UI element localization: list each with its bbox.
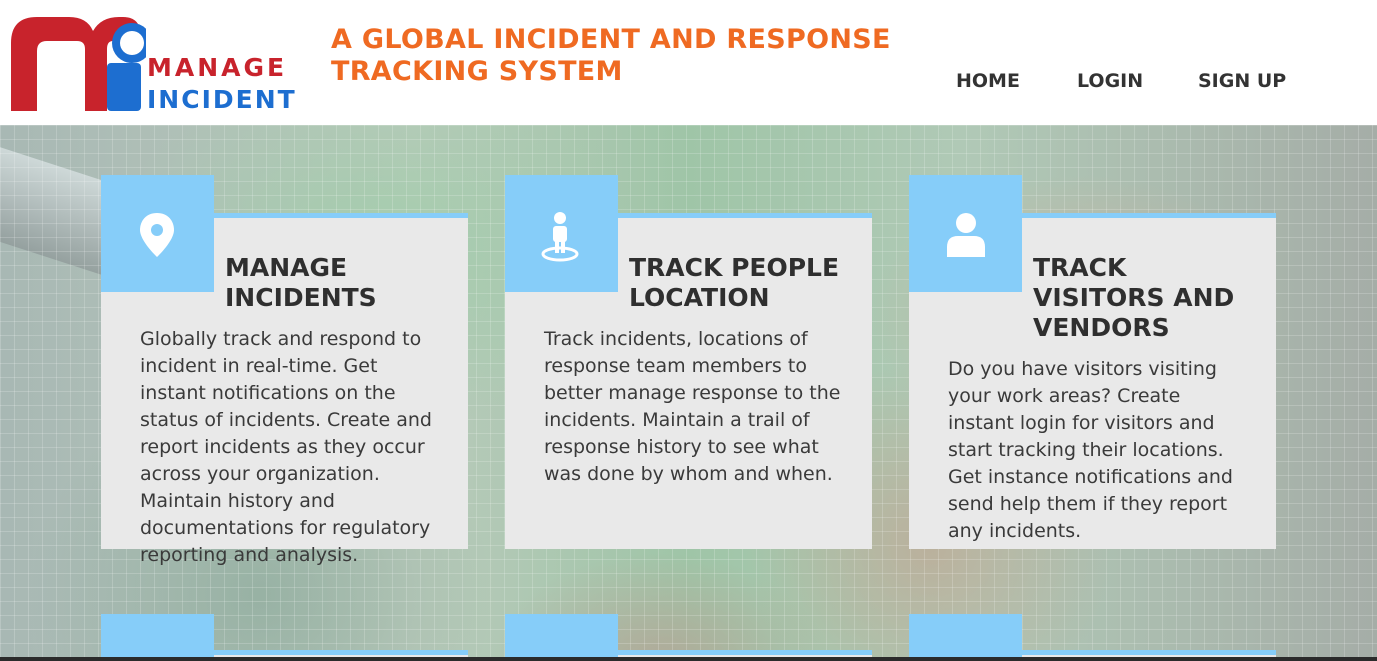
site-tagline: A GLOBAL INCIDENT AND RESPONSE TRACKING … [331, 24, 891, 88]
manage-incident-logo[interactable]: MANAGE INCIDENT [11, 13, 311, 114]
nav-login-link[interactable]: LOGIN [1077, 70, 1143, 92]
feature-title-line: TRACK [1033, 253, 1127, 282]
page-bottom-edge [0, 657, 1377, 661]
tagline-line-2: TRACKING SYSTEM [331, 56, 623, 87]
logo-text-manage: MANAGE [147, 53, 288, 82]
map-pin-icon [140, 213, 174, 257]
nav-signup-link[interactable]: SIGN UP [1198, 70, 1286, 92]
feature-description: Globally track and respond to incident i… [140, 328, 432, 566]
feature-title-line: TRACK PEOPLE [629, 253, 840, 282]
feature-title-line: VISITORS AND [1033, 283, 1235, 312]
feature-icon-box [101, 175, 214, 292]
feature-title: TRACK VISITORS AND VENDORS [1033, 253, 1273, 343]
nav-home-link[interactable]: HOME [956, 70, 1020, 92]
logo-text-incident: INCIDENT [147, 85, 297, 114]
tagline-line-1: A GLOBAL INCIDENT AND RESPONSE [331, 24, 891, 55]
site-header: MANAGE INCIDENT A GLOBAL INCIDENT AND RE… [0, 0, 1377, 125]
feature-description: Track incidents, locations of response t… [544, 328, 841, 485]
feature-icon-box-partial [505, 614, 618, 661]
feature-title: MANAGE INCIDENTS [225, 253, 465, 313]
feature-title-line: VENDORS [1033, 313, 1170, 342]
feature-title-line: INCIDENTS [225, 283, 377, 312]
feature-description: Do you have visitors visiting your work … [948, 358, 1233, 542]
person-location-icon [541, 212, 579, 262]
feature-icon-box-partial [909, 614, 1022, 661]
user-icon [947, 213, 985, 257]
feature-title: TRACK PEOPLE LOCATION [629, 253, 869, 313]
feature-icon-box [505, 175, 618, 292]
feature-icon-box-partial [101, 614, 214, 661]
feature-title-line: MANAGE [225, 253, 348, 282]
feature-title-line: LOCATION [629, 283, 770, 312]
logo-mi-mark [11, 17, 146, 111]
feature-icon-box [909, 175, 1022, 292]
